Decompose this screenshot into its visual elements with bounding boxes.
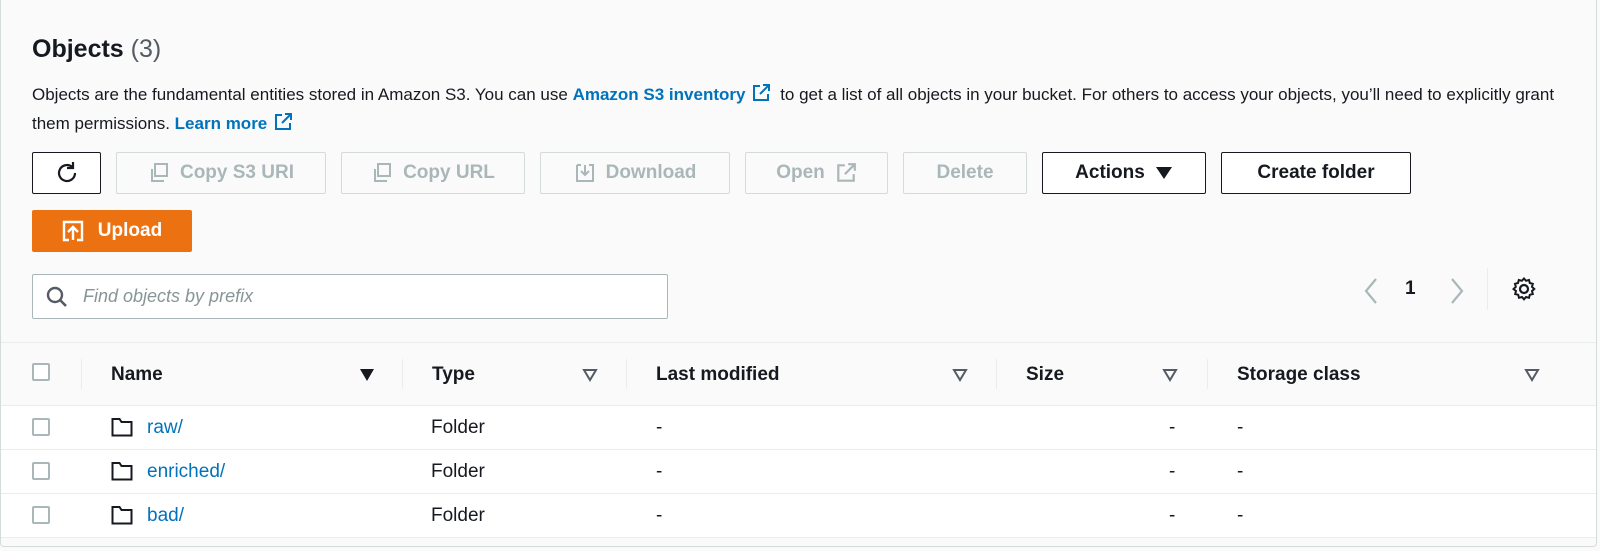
search-box (32, 274, 668, 319)
select-all-checkbox[interactable] (32, 363, 50, 381)
upload-icon (62, 220, 83, 242)
copy-icon (150, 163, 168, 182)
upload-button[interactable]: Upload (32, 210, 192, 252)
page-title: Objects (3) (32, 35, 161, 64)
object-size: - (1169, 505, 1176, 526)
search-icon (46, 286, 67, 307)
objects-table: Name Type Last modified Size Storage cla… (1, 342, 1596, 538)
refresh-button[interactable] (32, 152, 101, 194)
folder-icon (111, 418, 133, 437)
copy-s3-uri-button[interactable]: Copy S3 URI (116, 152, 326, 194)
column-header-name[interactable]: Name (111, 364, 163, 386)
object-name-link[interactable]: enriched/ (147, 461, 225, 483)
sort-icon[interactable] (359, 368, 375, 382)
column-header-type[interactable]: Type (432, 364, 475, 386)
open-button[interactable]: Open (745, 152, 888, 194)
row-checkbox[interactable] (32, 418, 50, 436)
object-type: Folder (431, 461, 485, 482)
caret-down-icon (1155, 167, 1172, 179)
create-folder-label: Create folder (1257, 162, 1375, 183)
table-row: bad/ Folder - - - (1, 494, 1596, 538)
sort-icon[interactable] (1162, 368, 1178, 382)
column-header-storage-class[interactable]: Storage class (1237, 364, 1361, 386)
pagination-divider (1487, 268, 1488, 310)
search-input[interactable] (81, 285, 645, 308)
object-last-modified: - (656, 461, 663, 482)
table-row: enriched/ Folder - - - (1, 450, 1596, 494)
folder-icon (111, 462, 133, 481)
copy-url-button[interactable]: Copy URL (341, 152, 525, 194)
chevron-left-icon[interactable] (1361, 276, 1381, 306)
column-separator (81, 359, 82, 389)
title-text: Objects (32, 35, 124, 63)
object-count: (3) (130, 35, 162, 63)
column-header-size[interactable]: Size (1026, 364, 1064, 386)
s3-inventory-link-label: Amazon S3 inventory (572, 85, 746, 104)
objects-panel: Objects (3) Objects are the fundamental … (0, 0, 1597, 547)
actions-dropdown[interactable]: Actions (1042, 152, 1206, 194)
object-name-link[interactable]: bad/ (147, 505, 184, 527)
table-row: raw/ Folder - - - (1, 406, 1596, 450)
object-size: - (1169, 417, 1176, 438)
column-header-last-modified[interactable]: Last modified (656, 364, 780, 386)
row-checkbox[interactable] (32, 506, 50, 524)
external-link-icon (275, 113, 293, 130)
object-type: Folder (431, 417, 485, 438)
object-type: Folder (431, 505, 485, 526)
description-text-1: Objects are the fundamental entities sto… (32, 85, 568, 104)
refresh-icon (57, 162, 76, 183)
column-separator (626, 359, 627, 389)
sort-icon[interactable] (582, 368, 598, 382)
download-icon (575, 164, 594, 182)
create-folder-button[interactable]: Create folder (1221, 152, 1411, 194)
upload-label: Upload (97, 220, 163, 241)
gear-icon[interactable] (1511, 276, 1537, 302)
object-size: - (1169, 461, 1176, 482)
s3-inventory-link[interactable]: Amazon S3 inventory (572, 84, 776, 104)
object-last-modified: - (656, 417, 663, 438)
download-button[interactable]: Download (540, 152, 730, 194)
page-number[interactable]: 1 (1405, 278, 1416, 300)
chevron-right-icon[interactable] (1447, 276, 1467, 306)
row-checkbox[interactable] (32, 462, 50, 480)
delete-label: Delete (936, 162, 994, 183)
table-header: Name Type Last modified Size Storage cla… (1, 342, 1596, 406)
sort-icon[interactable] (952, 368, 968, 382)
column-separator (402, 359, 403, 389)
delete-button[interactable]: Delete (903, 152, 1027, 194)
copy-icon (374, 163, 392, 182)
object-storage-class: - (1237, 417, 1244, 438)
description: Objects are the fundamental entities sto… (32, 80, 1572, 138)
sort-icon[interactable] (1524, 368, 1540, 382)
learn-more-link-label: Learn more (174, 114, 268, 133)
object-storage-class: - (1237, 461, 1244, 482)
object-storage-class: - (1237, 505, 1244, 526)
copy-s3-uri-label: Copy S3 URI (179, 162, 295, 183)
learn-more-link[interactable]: Learn more (174, 113, 298, 133)
actions-label: Actions (1075, 162, 1145, 183)
external-link-icon (753, 84, 771, 101)
external-link-icon (836, 163, 856, 182)
open-label: Open (776, 162, 825, 183)
copy-url-label: Copy URL (403, 162, 495, 183)
download-label: Download (605, 162, 697, 183)
column-separator (1207, 359, 1208, 389)
object-name-link[interactable]: raw/ (147, 417, 183, 439)
object-last-modified: - (656, 505, 663, 526)
folder-icon (111, 506, 133, 525)
column-separator (996, 359, 997, 389)
